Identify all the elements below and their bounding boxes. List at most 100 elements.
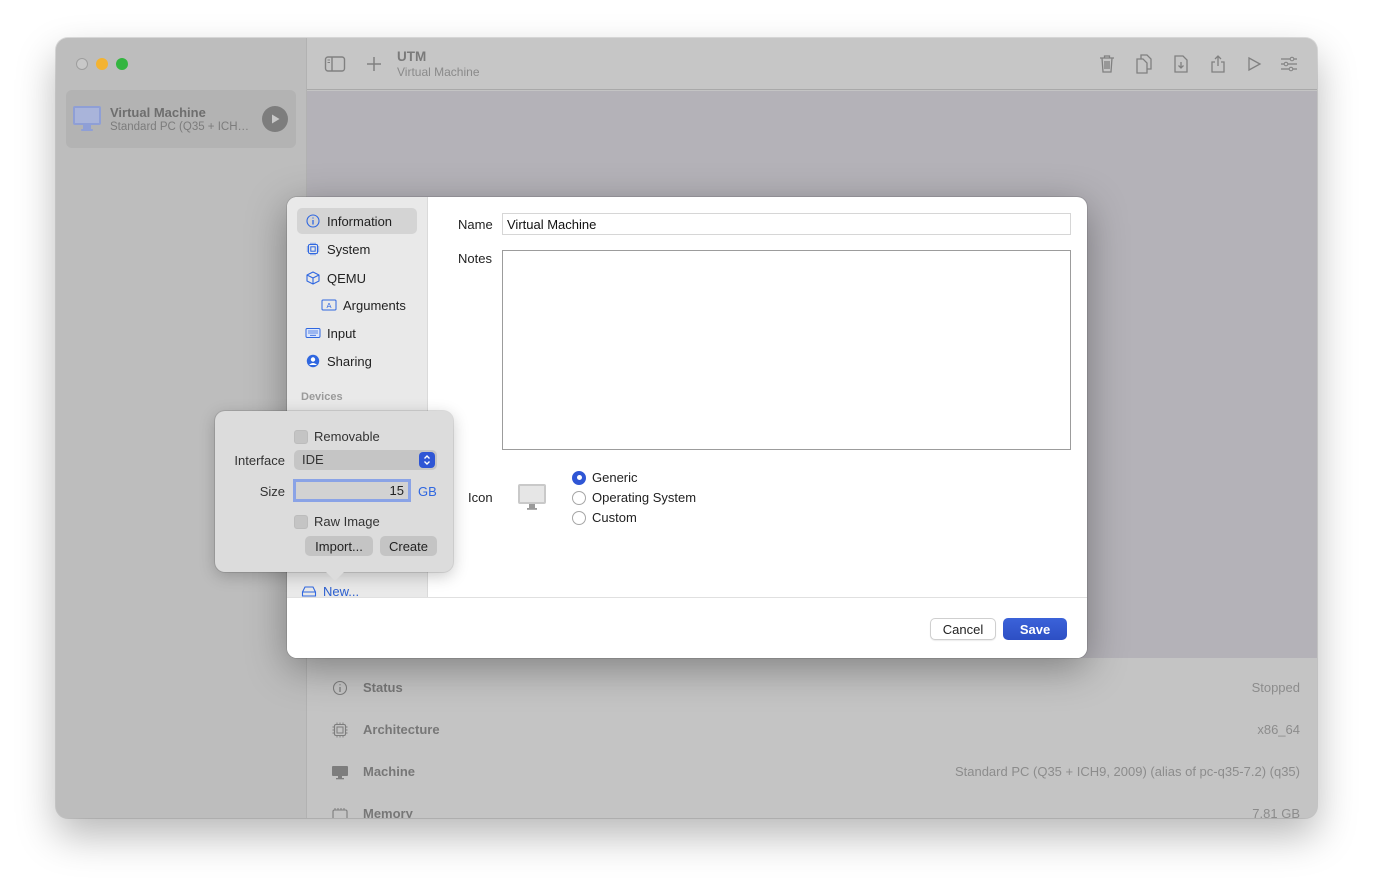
nav-label: Arguments [343,297,406,313]
nav-item-input[interactable]: Input [297,320,417,346]
toggle-sidebar-button[interactable] [323,52,347,76]
detail-row-memory: Memory 7.81 GB [307,794,1317,818]
detail-value: x86_64 [1257,722,1300,737]
detail-label: Machine [363,764,416,779]
cancel-button[interactable]: Cancel [930,618,996,640]
vm-list-item[interactable]: Virtual Machine Standard PC (Q35 + ICH… [66,90,296,148]
nav-label: Information [327,213,393,229]
cpu-icon [305,241,321,257]
vm-details: Status Stopped Architecture x86_64 Machi… [307,658,1317,818]
detail-row-machine: Machine Standard PC (Q35 + ICH9, 2009) (… [307,752,1317,794]
window-controls [76,58,128,70]
sidebar-toggle-icon [324,56,346,72]
interface-select[interactable]: IDE [294,450,437,470]
minimize-window-button[interactable] [96,58,108,70]
nav-item-arguments[interactable]: A Arguments [313,292,423,318]
devices-section-header: Devices [301,391,343,403]
nav-label: Input [327,325,356,341]
play-icon [272,114,280,124]
monitor-icon [73,106,101,131]
nav-item-information[interactable]: Information [297,208,417,234]
clone-icon [1136,54,1152,74]
vm-play-button[interactable] [262,106,288,132]
vm-subtitle: Standard PC (Q35 + ICH… [110,121,250,133]
detail-value: Stopped [1251,680,1300,695]
cube-icon [305,270,321,286]
vm-name: Virtual Machine [110,105,206,120]
memory-icon [332,808,348,818]
chevron-up-down-icon [419,452,435,468]
info-icon [332,680,348,696]
nav-label: System [327,241,371,257]
share-icon [1211,55,1225,73]
radio-button[interactable] [572,470,586,485]
detail-value: Standard PC (Q35 + ICH9, 2009) (alias of… [954,764,1300,779]
removable-label: Removable [314,429,380,444]
import-button[interactable]: Import... [305,536,373,556]
app-subtitle: Virtual Machine [397,65,480,79]
plus-icon [367,57,381,71]
nav-item-system[interactable]: System [297,236,417,262]
zoom-window-button[interactable] [116,58,128,70]
person-circle-icon [305,353,321,369]
raw-image-checkbox-row[interactable]: Raw Image [294,514,380,529]
run-button[interactable] [1242,52,1266,76]
radio-label: Custom [592,510,637,525]
add-vm-button[interactable] [362,52,386,76]
generic-vm-icon [518,484,546,510]
create-button[interactable]: Create [380,536,437,556]
radio-label: Operating System [592,490,697,505]
size-unit-button[interactable]: GB [418,484,437,499]
delete-button[interactable] [1095,52,1119,76]
detail-row-architecture: Architecture x86_64 [307,710,1317,752]
detail-label: Status [363,680,403,695]
trash-icon [1100,55,1114,73]
interface-label: Interface [234,453,285,468]
radio-button[interactable] [572,510,586,525]
sheet-footer: Cancel Save [287,597,1087,658]
settings-button[interactable] [1277,52,1301,76]
detail-label: Architecture [363,722,440,737]
interface-value: IDE [302,452,324,467]
notes-textarea[interactable] [502,250,1071,450]
monitor-icon [332,766,348,780]
play-icon [1248,56,1262,72]
detail-value: 7.81 GB [1252,806,1300,818]
size-input[interactable] [293,479,411,502]
popover-arrow [325,571,345,581]
download-icon [1174,55,1188,73]
notes-label: Notes [458,251,492,266]
share-button[interactable] [1206,52,1230,76]
icon-option-operating-system[interactable]: Operating System [572,490,696,505]
radio-button[interactable] [572,490,586,505]
cpu-icon [332,722,348,738]
download-button[interactable] [1169,52,1193,76]
icon-label: Icon [468,490,493,505]
icon-option-custom[interactable]: Custom [572,510,637,525]
svg-text:A: A [326,301,331,310]
radio-label: Generic [592,470,638,485]
size-label: Size [259,484,285,499]
close-window-button[interactable] [76,58,88,70]
removable-checkbox-row[interactable]: Removable [294,429,380,444]
new-drive-popover: Removable Interface IDE Size GB Raw Imag… [215,411,453,581]
nav-item-sharing[interactable]: Sharing [297,348,417,374]
raw-image-checkbox[interactable] [294,514,308,529]
info-icon [305,213,321,229]
detail-label: Memory [363,806,413,818]
sliders-icon [1281,56,1297,72]
name-label: Name [458,217,493,232]
save-button[interactable]: Save [1003,618,1067,640]
detail-row-status: Status Stopped [307,668,1317,710]
app-title: UTM [397,49,427,64]
clone-button[interactable] [1132,52,1156,76]
name-input[interactable] [502,213,1071,235]
raw-image-label: Raw Image [314,514,380,529]
removable-checkbox[interactable] [294,429,308,444]
nav-label: QEMU [327,270,366,286]
nav-item-qemu[interactable]: QEMU [297,265,417,291]
arguments-icon: A [321,297,337,313]
information-form: Name Notes Icon Generic Operating System… [428,197,1087,597]
nav-label: Sharing [327,353,372,369]
icon-option-generic[interactable]: Generic [572,470,638,485]
